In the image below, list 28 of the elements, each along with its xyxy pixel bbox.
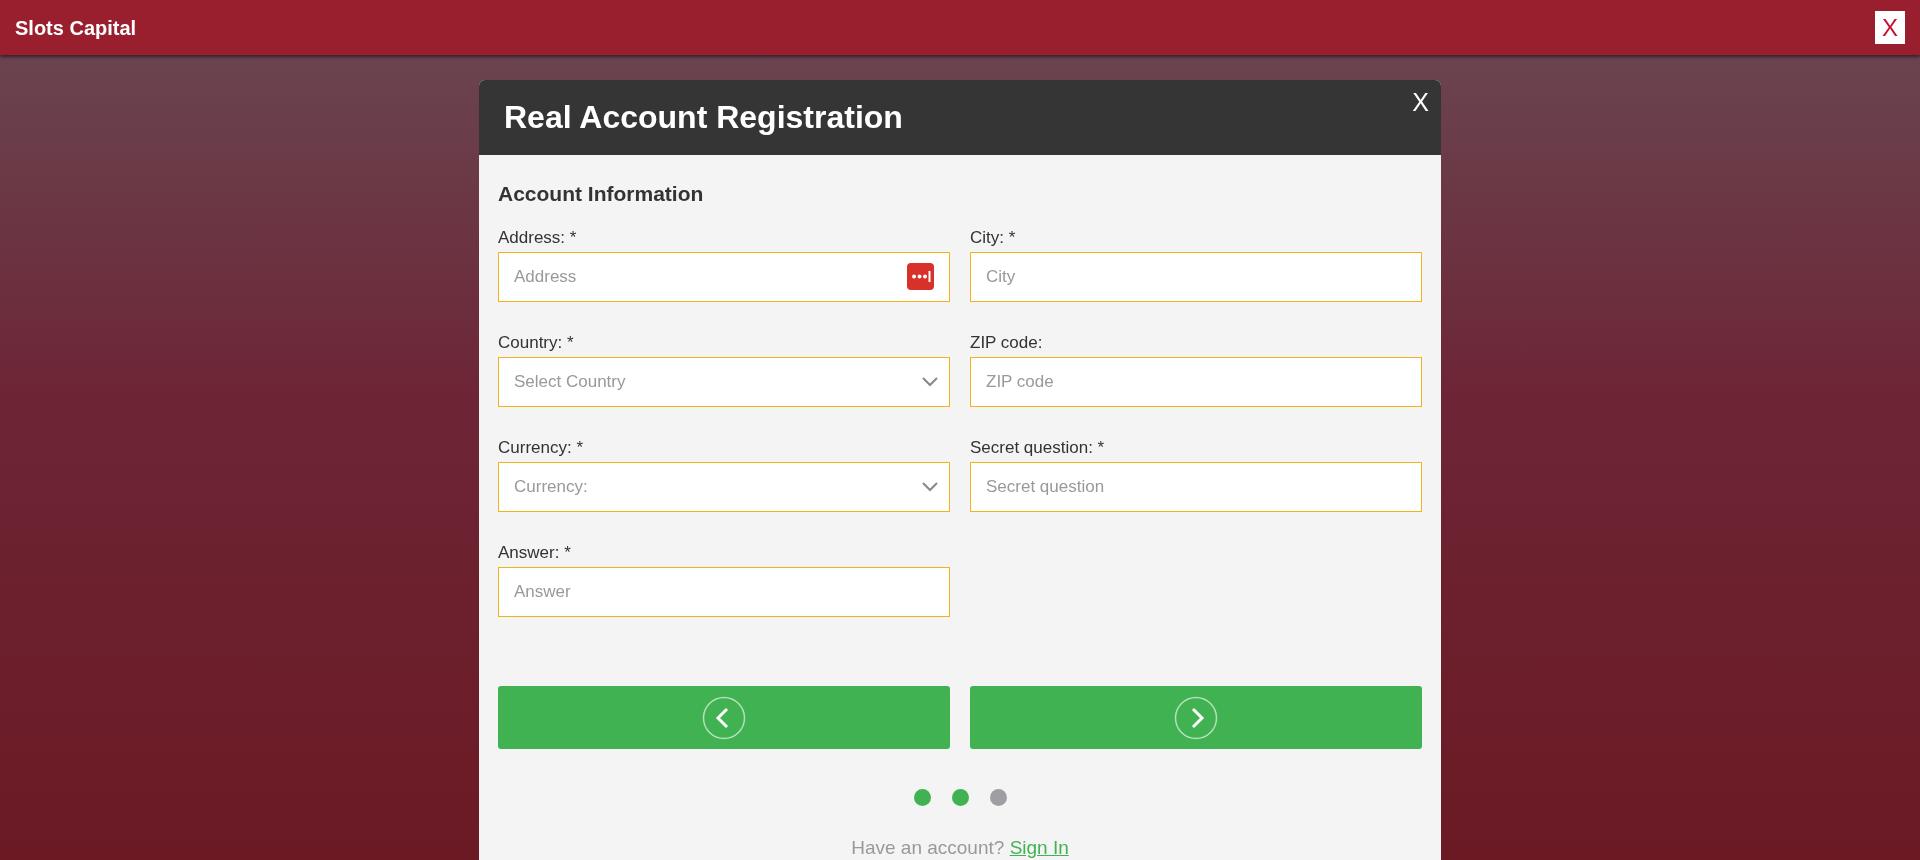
next-button[interactable]: [970, 686, 1422, 750]
app-title: Slots Capital: [15, 15, 137, 41]
select-field[interactable]: Currency:: [498, 462, 950, 513]
field-label: Address: *: [498, 228, 578, 248]
field-label: Currency: *: [498, 438, 585, 458]
chevron-down-icon: [922, 377, 938, 388]
input-field[interactable]: City: [970, 252, 1422, 303]
sign-in-link[interactable]: Sign In: [1009, 837, 1069, 859]
chevron-down-icon: [922, 482, 938, 493]
input-field[interactable]: Address: [498, 252, 950, 303]
select-field[interactable]: Select Country: [498, 357, 950, 408]
input-field[interactable]: Secret question: [970, 462, 1422, 513]
sign-in-prompt: Have an account? Sign In: [851, 837, 1069, 859]
close-button[interactable]: X: [1875, 11, 1905, 44]
field-label: ZIP code:: [970, 333, 1044, 353]
chevron-right-circle-icon: [1174, 695, 1218, 740]
input-field[interactable]: ZIP code: [970, 357, 1422, 408]
input-field[interactable]: Answer: [498, 567, 950, 618]
close-button[interactable]: X: [1412, 90, 1429, 115]
chevron-left-circle-icon: [702, 695, 746, 740]
field-label: City: *: [970, 228, 1017, 248]
password-manager-icon[interactable]: [907, 263, 934, 291]
field-label: Answer: *: [498, 543, 572, 563]
section-title: Account Information: [498, 181, 705, 207]
field-label: Country: *: [498, 333, 575, 353]
field-label: Secret question: *: [970, 438, 1106, 458]
dialog-title: Real Account Registration: [504, 98, 903, 137]
back-button[interactable]: [498, 686, 950, 750]
